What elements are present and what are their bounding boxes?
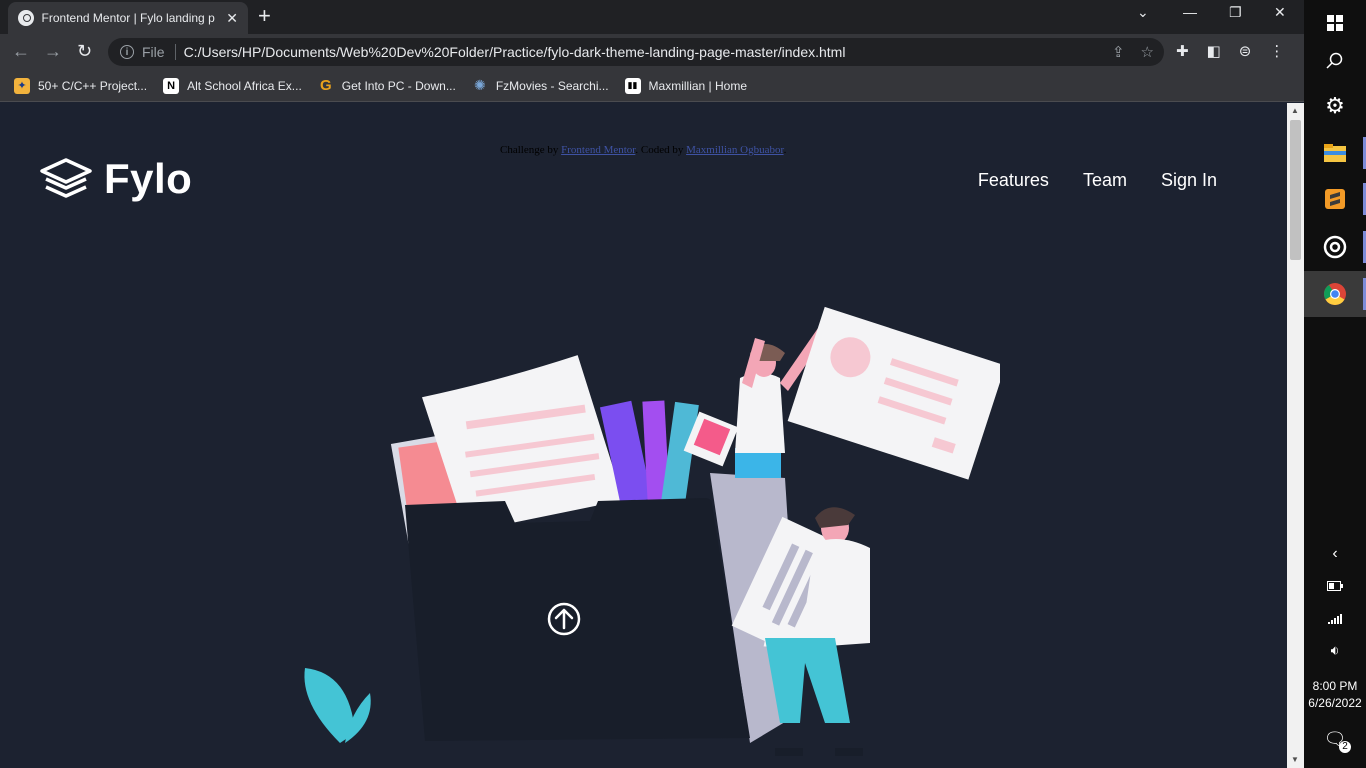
tab-search-icon[interactable]: ⌄: [1137, 4, 1149, 21]
attribution-middle: . Coded by: [635, 144, 684, 156]
bookmark-item[interactable]: G Get Into PC - Down...: [318, 77, 456, 94]
address-separator: [174, 44, 176, 60]
volume-icon[interactable]: 🔉︎: [1304, 627, 1366, 673]
browser-toolbar: ← → ↻ i File C:/Users/HP/Documents/Web%2…: [0, 34, 1304, 70]
forward-button[interactable]: →: [44, 41, 62, 62]
page-scrollbar[interactable]: ▲ ▼: [1287, 103, 1304, 768]
reload-button[interactable]: ↻: [77, 41, 92, 62]
tab-title: Frontend Mentor | Fylo landing p: [41, 11, 215, 25]
system-clock[interactable]: 8:00 PM 6/26/2022: [1304, 678, 1366, 712]
back-button[interactable]: ←: [12, 41, 30, 62]
address-bar[interactable]: i File C:/Users/HP/Documents/Web%20Dev%2…: [108, 38, 1164, 66]
floating-card: [787, 306, 1000, 480]
search-icon[interactable]: [1304, 38, 1366, 84]
active-tab[interactable]: Frontend Mentor | Fylo landing p ✕: [8, 2, 248, 34]
music-player-icon[interactable]: [1304, 224, 1366, 270]
share-icon[interactable]: ⇪: [1112, 43, 1125, 61]
nav-features[interactable]: Features: [978, 170, 1049, 191]
side-panel-icon[interactable]: ◧: [1207, 42, 1221, 60]
webpage-viewport: Fylo Challenge by Frontend Mentor. Coded…: [0, 103, 1287, 768]
main-nav: Features Team Sign In: [978, 170, 1217, 191]
attribution: Challenge by Frontend Mentor. Coded by M…: [500, 144, 786, 156]
favicon-icon: [18, 10, 34, 26]
restore-button[interactable]: ❐: [1229, 4, 1242, 21]
bookmarks-bar: ✦ 50+ C/C++ Project... N Alt School Afri…: [0, 70, 1304, 102]
sublime-text-icon[interactable]: [1304, 176, 1366, 222]
hero-illustration: [304, 306, 1000, 756]
tab-strip: Frontend Mentor | Fylo landing p ✕ + ⌄ —…: [0, 0, 1304, 34]
bookmark-item[interactable]: ▮▮ Maxmillian | Home: [624, 77, 748, 94]
bookmark-item[interactable]: N Alt School Africa Ex...: [163, 77, 302, 94]
scroll-up-icon[interactable]: ▲: [1291, 106, 1299, 115]
author-link[interactable]: Maxmillian Ogbuabor: [686, 144, 783, 156]
extensions-puzzle-icon[interactable]: ✚: [1176, 42, 1189, 60]
layers-icon: [40, 158, 92, 198]
windows-taskbar: ⚙ ‹ 🔉︎ 8:00 PM 6/26/2022 🗨︎ 2: [1304, 0, 1366, 768]
minimize-button[interactable]: —: [1183, 4, 1197, 20]
fylo-logo[interactable]: Fylo: [40, 155, 192, 203]
menu-kebab-icon[interactable]: ⋮: [1269, 42, 1284, 60]
address-url[interactable]: C:/Users/HP/Documents/Web%20Dev%20Folder…: [184, 44, 846, 60]
clock-time: 8:00 PM: [1312, 679, 1358, 693]
attribution-prefix: Challenge by: [500, 144, 559, 156]
bookmark-label: Maxmillian | Home: [648, 78, 748, 93]
tab-close-icon[interactable]: ✕: [226, 10, 238, 27]
maxmillian-icon: ▮▮: [624, 77, 641, 94]
clock-date: 6/26/2022: [1308, 696, 1362, 710]
notion-icon: N: [163, 77, 180, 94]
settings-gear-icon[interactable]: ⚙: [1304, 83, 1366, 129]
address-scheme: File: [142, 44, 165, 60]
scroll-down-icon[interactable]: ▼: [1291, 755, 1299, 764]
attribution-suffix: .: [783, 144, 787, 156]
profile-avatar-icon[interactable]: ⊜: [1239, 42, 1252, 60]
close-window-button[interactable]: ✕: [1274, 4, 1286, 21]
plant-leaves: [304, 668, 371, 743]
bookmark-item[interactable]: ✺ FzMovies - Searchi...: [472, 77, 609, 94]
bookmark-label: 50+ C/C++ Project...: [38, 78, 148, 93]
notifications-icon[interactable]: 🗨︎ 2: [1304, 716, 1366, 762]
bookmark-label: Alt School Africa Ex...: [187, 78, 302, 93]
nav-sign-in[interactable]: Sign In: [1161, 170, 1217, 191]
fzmovies-icon: ✺: [473, 77, 486, 93]
notification-count-badge: 2: [1339, 741, 1351, 753]
project-icon: ✦: [14, 77, 30, 94]
bookmark-star-icon[interactable]: ☆: [1141, 43, 1154, 61]
logo-wordmark: Fylo: [104, 155, 193, 202]
frontend-mentor-link[interactable]: Frontend Mentor: [561, 144, 635, 156]
chrome-icon[interactable]: [1304, 271, 1366, 317]
new-tab-button[interactable]: +: [258, 5, 271, 27]
site-info-icon[interactable]: i: [120, 45, 134, 59]
file-explorer-icon[interactable]: [1304, 130, 1366, 176]
bookmark-label: Get Into PC - Down...: [341, 78, 456, 93]
folder-front: [405, 498, 750, 741]
nav-team[interactable]: Team: [1083, 170, 1127, 191]
bookmark-label: FzMovies - Searchi...: [495, 78, 609, 93]
scrollbar-thumb[interactable]: [1290, 120, 1301, 260]
browser-window: Frontend Mentor | Fylo landing p ✕ + ⌄ —…: [0, 0, 1304, 768]
bookmark-item[interactable]: ✦ 50+ C/C++ Project...: [14, 77, 148, 94]
getintopc-icon: G: [319, 77, 332, 94]
